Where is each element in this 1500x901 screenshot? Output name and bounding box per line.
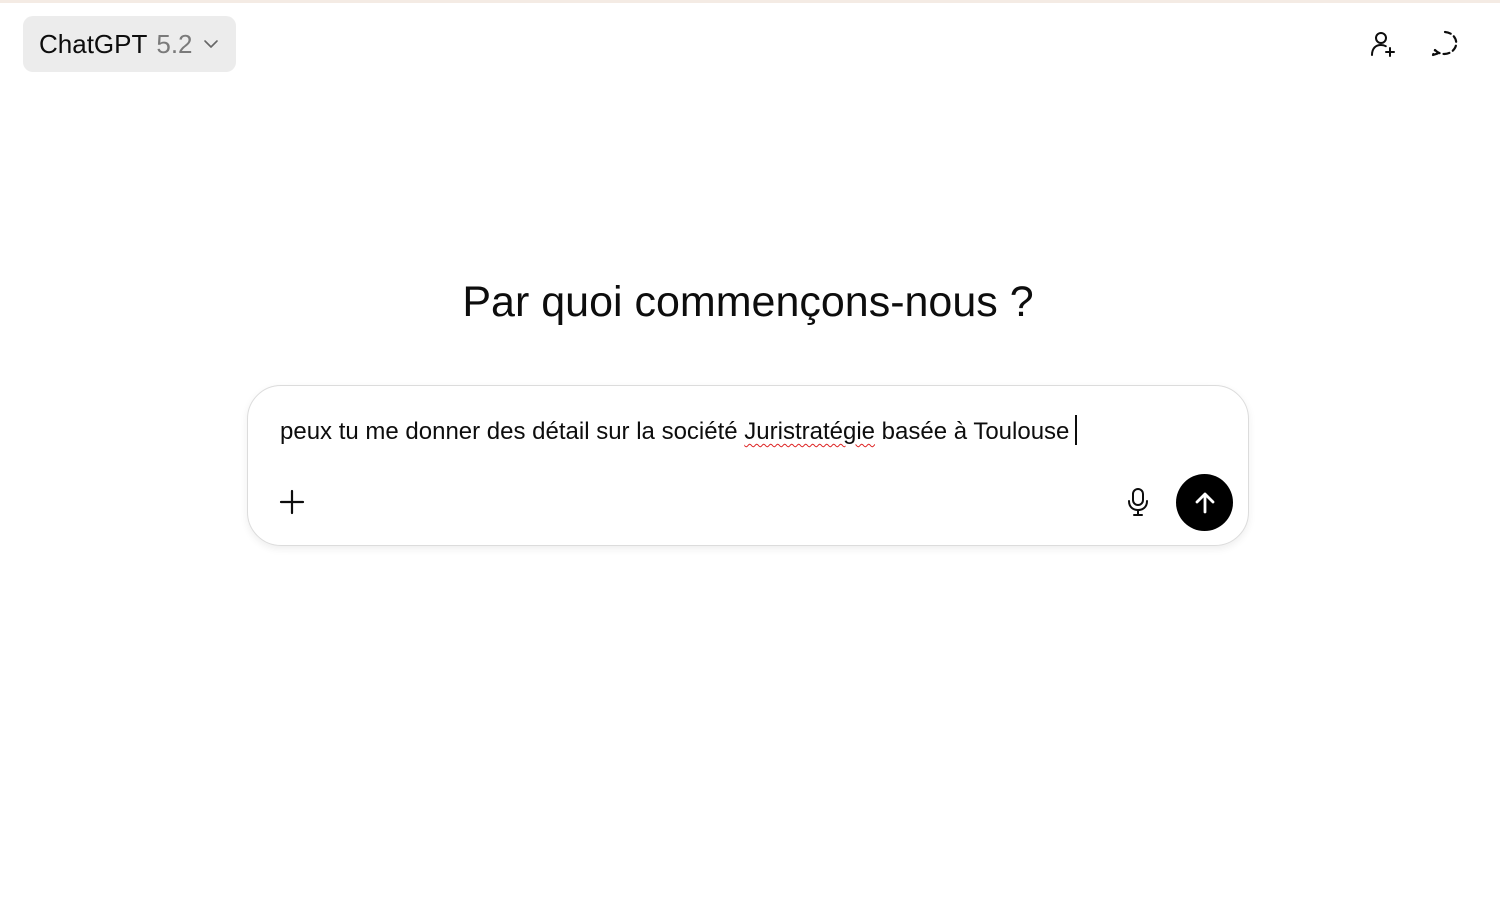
chevron-down-icon — [203, 36, 219, 52]
model-name: ChatGPT — [39, 28, 148, 59]
prompt-text-start: peux tu me donner des détail sur la soci… — [280, 418, 745, 445]
plus-icon — [279, 489, 305, 515]
temporary-chat-icon — [1430, 29, 1460, 59]
send-button[interactable] — [1176, 474, 1233, 531]
voice-input-button[interactable] — [1120, 482, 1156, 522]
arrow-up-icon — [1192, 490, 1218, 516]
add-user-icon — [1368, 29, 1398, 59]
model-version: 5.2 — [156, 28, 193, 59]
prompt-input[interactable]: peux tu me donner des détail sur la soci… — [280, 415, 1078, 446]
top-border — [0, 0, 1500, 3]
model-selector-button[interactable]: ChatGPT 5.2 — [23, 16, 236, 72]
microphone-icon — [1126, 487, 1150, 517]
prompt-text-end: basée à Toulouse — [875, 418, 1070, 445]
page-heading: Par quoi commençons-nous ? — [462, 278, 1034, 326]
temporary-chat-button[interactable] — [1427, 26, 1463, 62]
prompt-composer: peux tu me donner des détail sur la soci… — [247, 385, 1249, 546]
add-user-button[interactable] — [1365, 26, 1401, 62]
attach-button[interactable] — [272, 482, 312, 522]
text-caret — [1075, 415, 1078, 445]
misspelled-word: Juristratégie — [744, 418, 876, 445]
